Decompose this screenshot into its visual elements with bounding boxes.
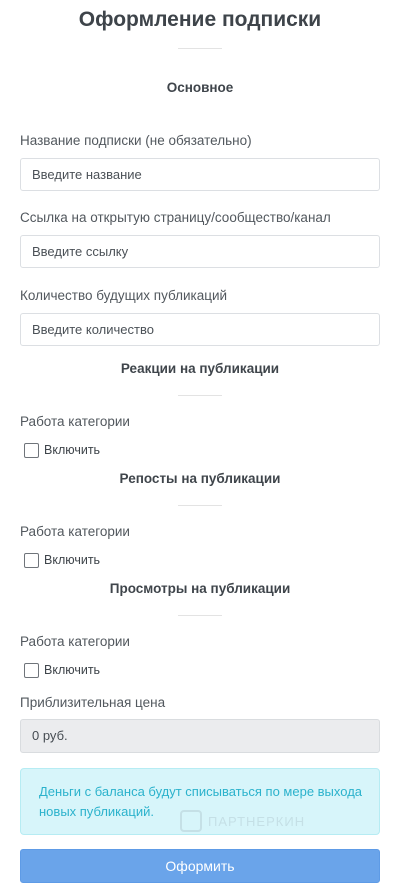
reposts-category-label: Работа категории [20,524,130,539]
page-title: Оформление подписки [78,8,322,31]
views-category-label: Работа категории [20,634,130,649]
views-enable-toggle[interactable]: Включить [24,661,100,679]
submit-button[interactable]: Оформить [20,849,380,883]
subscription-name-label: Название подписки (не обязательно) [20,133,252,148]
reactions-divider [178,395,222,396]
title-divider [178,48,222,49]
link-input[interactable] [20,235,380,268]
reposts-divider [178,505,222,506]
views-enable-checkbox[interactable] [24,662,39,678]
reactions-category-label: Работа категории [20,414,130,429]
subscription-name-input[interactable] [20,158,380,191]
views-enable-label[interactable]: Включить [44,663,100,677]
reactions-enable-checkbox[interactable] [24,442,39,458]
reposts-enable-toggle[interactable]: Включить [24,551,100,569]
section-heading-main: Основное [166,80,234,95]
reposts-enable-label[interactable]: Включить [44,553,100,567]
section-heading-views: Просмотры на публикации [109,581,291,596]
section-heading-reposts: Репосты на публикации [119,471,281,486]
link-label: Ссылка на открытую страницу/сообщество/к… [20,210,331,225]
publications-count-input[interactable] [20,313,380,346]
views-divider [178,615,222,616]
reactions-enable-toggle[interactable]: Включить [24,441,100,459]
price-field: 0 руб. [20,719,380,753]
reactions-enable-label[interactable]: Включить [44,443,100,457]
section-heading-reactions: Реакции на публикации [120,361,280,376]
publications-count-label: Количество будущих публикаций [20,288,228,303]
price-label: Приблизительная цена [20,695,166,710]
balance-info-alert: Деньги с баланса будут списываться по ме… [20,768,380,835]
reposts-enable-checkbox[interactable] [24,552,39,568]
